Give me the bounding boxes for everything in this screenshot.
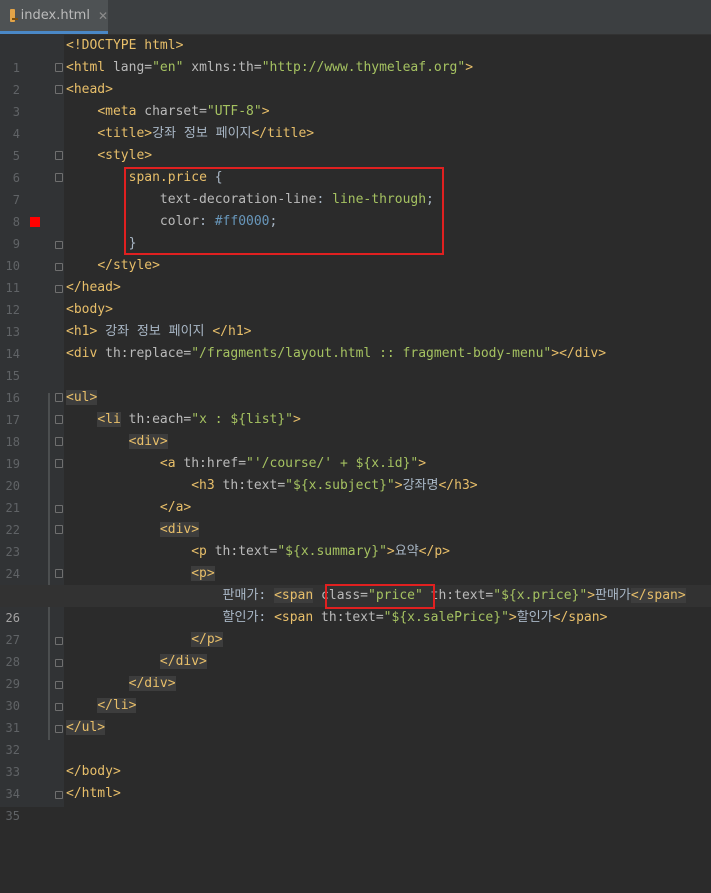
code-line: 19 <div>: [0, 431, 711, 471]
fold-marker-icon[interactable]: [55, 725, 63, 733]
fold-marker-icon[interactable]: [55, 569, 63, 578]
code-text: <h3 th:text="${x.subject}">강좌명</h3>: [191, 478, 478, 493]
code-line: 23 <div>: [0, 519, 711, 559]
code-text: <head>: [66, 82, 113, 97]
code-line: 3 <head>: [0, 79, 711, 119]
editor-tab-bar: index.html ✕: [0, 0, 711, 35]
code-line: 17 <ul>: [0, 387, 711, 427]
code-text: </body>: [66, 764, 121, 779]
code-line: 14 <h1> 강좌 정보 페이지 </h1>: [0, 321, 711, 361]
code-text: <html lang="en" xmlns:th="http://www.thy…: [66, 60, 474, 75]
fold-marker-icon[interactable]: [55, 637, 63, 645]
code-text: </p>: [191, 632, 223, 647]
code-line: 6 <style>: [0, 145, 711, 185]
code-line: 32 </ul>: [0, 717, 711, 757]
code-text: <body>: [66, 302, 113, 317]
code-line: 28 </p>: [0, 629, 711, 669]
fold-marker-icon[interactable]: [55, 263, 63, 271]
code-line: 12 </head>: [0, 277, 711, 317]
code-line: 13 <body>: [0, 299, 711, 339]
fold-marker-icon[interactable]: [55, 681, 63, 689]
code-line: 20 <a th:href="'/course/' + ${x.id}">: [0, 453, 711, 493]
code-text: <title>강좌 정보 페이지</title>: [97, 126, 315, 141]
code-text: <p th:text="${x.summary}">요약</p>: [191, 544, 450, 559]
code-line: 31 </li>: [0, 695, 711, 735]
code-line: 2 <html lang="en" xmlns:th="http://www.t…: [0, 57, 711, 97]
code-text: color: #ff0000;: [159, 214, 278, 229]
code-text: </html>: [66, 786, 121, 801]
code-line: 33: [0, 739, 711, 779]
code-line: 8 text-decoration-line: line-through;: [0, 189, 711, 229]
code-line: 24 <p th:text="${x.summary}">요약</p>: [0, 541, 711, 581]
code-text: </div>: [128, 676, 176, 691]
html-file-icon: [10, 9, 18, 22]
breakpoint-icon[interactable]: [30, 217, 40, 227]
fold-marker-icon[interactable]: [55, 525, 63, 534]
code-line: 22 </a>: [0, 497, 711, 537]
fold-marker-icon[interactable]: [55, 459, 63, 468]
code-text: span.price {: [128, 170, 223, 185]
code-text: <h1> 강좌 정보 페이지 </h1>: [66, 324, 252, 339]
code-line: 4 <meta charset="UTF-8">: [0, 101, 711, 141]
code-line-current: 26 판매가: <span class="price" th:text="${x…: [0, 585, 711, 625]
code-text: <p>: [191, 566, 215, 581]
code-text: </a>: [159, 500, 192, 515]
code-line: 16: [0, 365, 711, 405]
fold-marker-icon[interactable]: [55, 791, 63, 799]
code-text: <!DOCTYPE html>: [66, 38, 184, 53]
code-text: }: [66, 236, 137, 251]
code-text: </div>: [159, 654, 207, 669]
code-line: 34 </body>: [0, 761, 711, 801]
code-text: text-decoration-line: line-through;: [159, 192, 434, 207]
code-text: </li>: [97, 698, 137, 713]
fold-marker-icon[interactable]: [55, 393, 63, 402]
code-line: 25 <p>: [0, 563, 711, 603]
fold-marker-icon[interactable]: [55, 659, 63, 667]
code-text: 할인가: <span th:text="${x.salePrice}">할인가<…: [66, 610, 608, 625]
code-text: </style>: [97, 258, 160, 273]
code-line: 11 </style>: [0, 255, 711, 295]
code-line: 35 </html>: [0, 783, 711, 823]
code-editor[interactable]: 1 <!DOCTYPE html> 2 <html lang="en" xmln…: [0, 35, 711, 823]
code-line: 18 <li th:each="x : ${list}">: [0, 409, 711, 449]
code-text: <ul>: [66, 390, 98, 405]
fold-marker-icon[interactable]: [55, 415, 63, 424]
fold-marker-icon[interactable]: [55, 703, 63, 711]
code-line: 9 color: #ff0000;: [0, 211, 711, 251]
code-line: 5 <title>강좌 정보 페이지</title>: [0, 123, 711, 163]
code-text: </head>: [66, 280, 121, 295]
fold-marker-icon[interactable]: [55, 241, 63, 249]
code-text: <div>: [128, 434, 168, 449]
tab-index-html[interactable]: index.html ✕: [0, 0, 108, 34]
tab-filename: index.html: [20, 8, 90, 23]
fold-marker-icon[interactable]: [55, 85, 63, 94]
code-text: <meta charset="UTF-8">: [97, 104, 270, 119]
code-text: 판매가: <span class="price" th:text="${x.pr…: [66, 588, 686, 603]
fold-marker-icon[interactable]: [55, 63, 63, 72]
code-text: </ul>: [66, 720, 106, 735]
code-text: <div th:replace="/fragments/layout.html …: [66, 346, 607, 361]
fold-marker-icon[interactable]: [55, 151, 63, 160]
code-line: 27 할인가: <span th:text="${x.salePrice}">할…: [0, 607, 711, 647]
close-icon[interactable]: ✕: [98, 9, 108, 23]
code-line: 7 span.price {: [0, 167, 711, 207]
code-line: 30 </div>: [0, 673, 711, 713]
code-text: <div>: [159, 522, 200, 537]
code-line: 29 </div>: [0, 651, 711, 691]
code-line: 1 <!DOCTYPE html>: [0, 35, 711, 75]
fold-marker-icon[interactable]: [55, 173, 63, 182]
fold-marker-icon[interactable]: [55, 285, 63, 293]
code-line: 21 <h3 th:text="${x.subject}">강좌명</h3>: [0, 475, 711, 515]
code-text: <li th:each="x : ${list}">: [97, 412, 301, 427]
code-text: <a th:href="'/course/' + ${x.id}">: [159, 456, 427, 471]
code-line: 15 <div th:replace="/fragments/layout.ht…: [0, 343, 711, 383]
fold-marker-icon[interactable]: [55, 437, 63, 446]
line-number: 35: [5, 809, 20, 823]
code-line: 10 }: [0, 233, 711, 273]
code-text: <style>: [97, 148, 153, 163]
fold-marker-icon[interactable]: [55, 505, 63, 513]
